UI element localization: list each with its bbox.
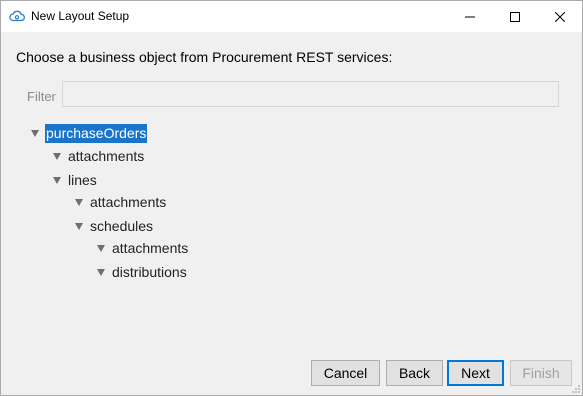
dialog-prompt: Choose a business object from Procuremen…	[16, 49, 393, 65]
minimize-icon	[464, 16, 475, 17]
filter-input[interactable]	[62, 81, 559, 107]
close-button[interactable]	[537, 1, 582, 32]
tree-node-label: purchaseOrders	[45, 123, 148, 143]
close-icon	[554, 11, 565, 22]
tree-node-label: distributions	[112, 263, 187, 280]
back-button[interactable]: Back	[386, 360, 443, 386]
triangle-down-icon[interactable]	[53, 152, 61, 160]
triangle-down-icon[interactable]	[97, 268, 105, 276]
tree-node-attachments[interactable]: attachments	[53, 146, 145, 166]
cancel-button[interactable]: Cancel	[311, 360, 380, 386]
tree-node-label: lines	[68, 171, 97, 188]
maximize-icon	[509, 11, 520, 22]
triangle-down-icon[interactable]	[97, 244, 105, 252]
finish-button: Finish	[510, 360, 572, 386]
tree-node-schedules[interactable]: schedules	[75, 216, 154, 236]
tree-node-label: attachments	[112, 239, 189, 256]
triangle-down-icon[interactable]	[75, 198, 83, 206]
minimize-button[interactable]	[447, 1, 492, 32]
new-layout-setup-dialog: New Layout Setup Choose a business objec…	[0, 0, 583, 396]
next-button[interactable]: Next	[447, 360, 504, 386]
maximize-button[interactable]	[492, 1, 537, 32]
cloud-settings-icon	[8, 8, 26, 24]
resize-grip-icon[interactable]	[571, 384, 581, 394]
triangle-down-icon[interactable]	[75, 222, 83, 230]
title-bar[interactable]: New Layout Setup	[1, 1, 582, 32]
tree-node-lines[interactable]: lines	[53, 170, 98, 190]
triangle-down-icon[interactable]	[31, 129, 39, 137]
window-title: New Layout Setup	[31, 9, 130, 23]
tree-node-lines-attachments[interactable]: attachments	[75, 192, 167, 212]
triangle-down-icon[interactable]	[53, 176, 61, 184]
tree-node-label: attachments	[90, 193, 167, 210]
tree-node-label: schedules	[90, 217, 154, 234]
tree-node-label: attachments	[68, 147, 145, 164]
tree-node-distributions[interactable]: distributions	[97, 262, 188, 282]
tree-node-schedules-attachments[interactable]: attachments	[97, 238, 189, 258]
tree-node-purchase-orders[interactable]: purchaseOrders	[31, 123, 148, 143]
filter-label: Filter	[27, 89, 56, 104]
